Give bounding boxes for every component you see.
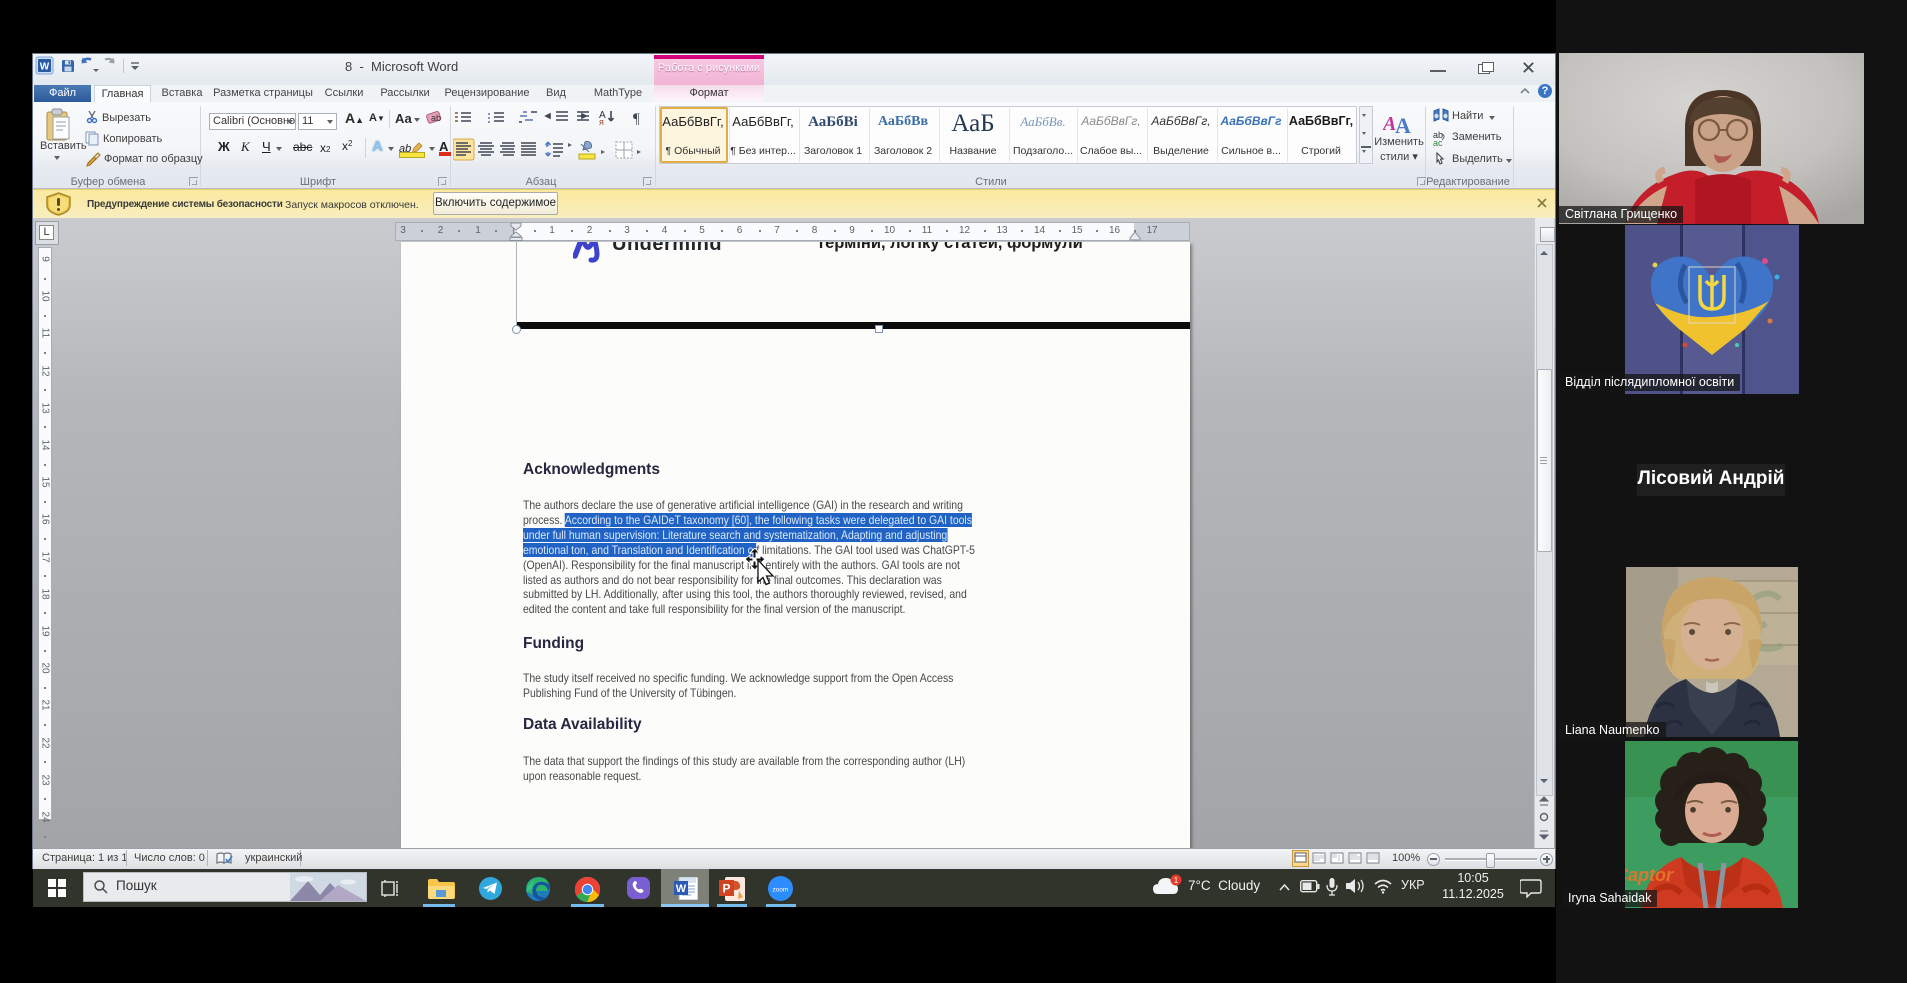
- svg-text:¶: ¶: [633, 111, 640, 127]
- svg-text:ac: ac: [1433, 138, 1443, 148]
- svg-text:zoom: zoom: [773, 887, 789, 894]
- svg-text:ab: ab: [431, 113, 441, 123]
- svg-text:A: A: [1395, 113, 1411, 134]
- svg-text:W: W: [40, 62, 50, 73]
- svg-text:я: я: [599, 117, 604, 127]
- svg-text:W: W: [676, 883, 687, 895]
- svg-text:1: 1: [1174, 876, 1179, 885]
- svg-text:P: P: [722, 882, 730, 896]
- svg-text:Captor: Captor: [1625, 865, 1674, 885]
